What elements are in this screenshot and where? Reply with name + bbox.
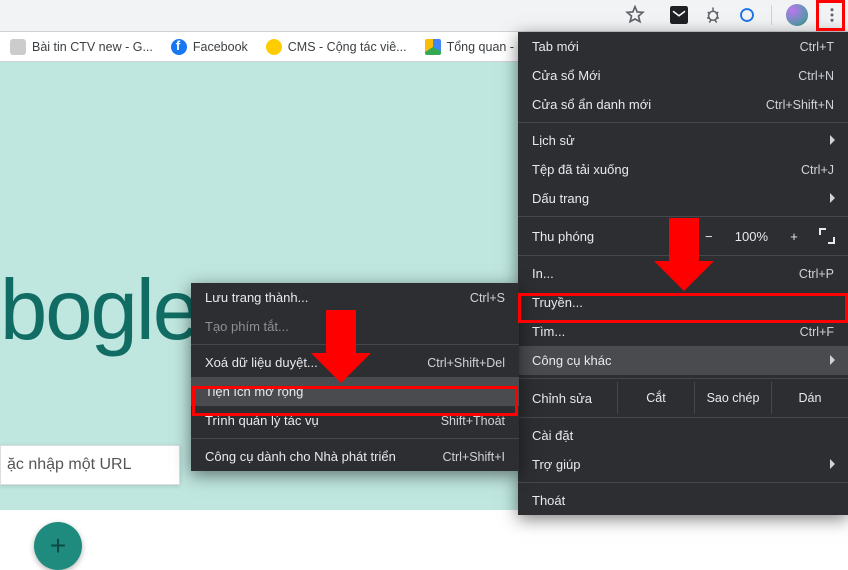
- main-menu-item[interactable]: Dấu trang: [518, 184, 848, 213]
- search-placeholder: ặc nhập một URL: [7, 456, 132, 474]
- menu-separator: [518, 122, 848, 123]
- menu-item-label: Lưu trang thành...: [205, 290, 470, 305]
- menu-item-label: Cài đặt: [532, 428, 834, 443]
- google-logo-fragment: bogle: [0, 262, 198, 360]
- menu-edit-row: Chỉnh sửaCắtSao chépDán: [518, 382, 848, 414]
- sub-menu-item[interactable]: Xoá dữ liệu duyệt...Ctrl+Shift+Del: [191, 348, 519, 377]
- favicon-facebook-icon: [171, 39, 187, 55]
- search-input[interactable]: ặc nhập một URL: [0, 445, 180, 485]
- submenu-arrow-icon: [830, 135, 840, 145]
- bookmark-item[interactable]: Bài tin CTV new - G...: [4, 35, 159, 59]
- main-menu-item[interactable]: Cửa sổ MớiCtrl+N: [518, 61, 848, 90]
- menu-item-shortcut: Ctrl+S: [470, 291, 505, 305]
- bookmark-item[interactable]: CMS - Cộng tác viê...: [260, 35, 413, 59]
- menu-item-label: Lịch sử: [532, 133, 834, 148]
- menu-item-shortcut: Shift+Thoát: [441, 414, 505, 428]
- extension-bug-icon[interactable]: [703, 5, 723, 25]
- menu-item-label: Dấu trang: [532, 191, 834, 206]
- menu-item-shortcut: Ctrl+Shift+Del: [427, 356, 505, 370]
- chrome-menu-button[interactable]: [822, 5, 842, 25]
- menu-item-shortcut: Ctrl+P: [799, 267, 834, 281]
- sub-menu-item[interactable]: Tiện ích mở rộng: [191, 377, 519, 406]
- extension-circle-icon[interactable]: [737, 5, 757, 25]
- submenu-arrow-icon: [830, 355, 840, 365]
- menu-item-label: Tạo phím tắt...: [205, 319, 505, 334]
- menu-item-label: Truyền...: [532, 295, 834, 310]
- menu-item-label: Chỉnh sửa: [518, 382, 618, 414]
- menu-item-label: Trình quản lý tác vụ: [205, 413, 441, 428]
- main-menu-item[interactable]: Thoát: [518, 486, 848, 515]
- sub-menu-item[interactable]: Công cụ dành cho Nhà phát triểnCtrl+Shif…: [191, 442, 519, 471]
- main-menu-item[interactable]: Tìm...Ctrl+F: [518, 317, 848, 346]
- menu-item-label: Trợ giúp: [532, 457, 834, 472]
- fullscreen-icon[interactable]: [820, 229, 834, 243]
- menu-separator: [518, 255, 848, 256]
- favicon-ads-icon: [425, 39, 441, 55]
- menu-separator: [191, 438, 519, 439]
- menu-separator: [518, 417, 848, 418]
- menu-separator: [518, 482, 848, 483]
- bookmark-label: Bài tin CTV new - G...: [32, 40, 153, 54]
- menu-item-label: Cửa sổ Mới: [532, 68, 798, 83]
- main-menu-item[interactable]: Công cụ khác: [518, 346, 848, 375]
- menu-item-shortcut: Ctrl+T: [800, 40, 834, 54]
- menu-item-label: Tiện ích mở rộng: [205, 384, 505, 399]
- menu-separator: [518, 216, 848, 217]
- menu-separator: [191, 344, 519, 345]
- sub-menu-item[interactable]: Trình quản lý tác vụShift+Thoát: [191, 406, 519, 435]
- edit-action[interactable]: Cắt: [618, 382, 695, 414]
- menu-item-shortcut: Ctrl+Shift+N: [766, 98, 834, 112]
- zoom-out-button[interactable]: −: [701, 229, 717, 244]
- chrome-main-menu: Tab mớiCtrl+TCửa sổ MớiCtrl+NCửa sổ ẩn d…: [518, 32, 848, 515]
- bookmark-item[interactable]: Facebook: [165, 35, 254, 59]
- main-menu-item[interactable]: Lịch sử: [518, 126, 848, 155]
- menu-zoom-row: Thu phóng − 100% +: [518, 220, 848, 252]
- menu-item-label: Tệp đã tải xuống: [532, 162, 801, 177]
- browser-toolbar: [0, 0, 848, 32]
- main-menu-item[interactable]: Cài đặt: [518, 421, 848, 450]
- main-menu-item[interactable]: Tệp đã tải xuốngCtrl+J: [518, 155, 848, 184]
- menu-item-shortcut: Ctrl+F: [800, 325, 834, 339]
- menu-item-label: Xoá dữ liệu duyệt...: [205, 355, 427, 370]
- sub-menu-item: Tạo phím tắt...: [191, 312, 519, 341]
- submenu-arrow-icon: [830, 193, 840, 203]
- menu-item-label: Công cụ khác: [532, 353, 834, 368]
- extension-gmail-icon[interactable]: [669, 5, 689, 25]
- menu-item-label: In...: [532, 266, 799, 281]
- main-menu-item[interactable]: Trợ giúp: [518, 450, 848, 479]
- menu-separator: [518, 378, 848, 379]
- menu-item-shortcut: Ctrl+N: [798, 69, 834, 83]
- favicon-generic-icon: [10, 39, 26, 55]
- main-menu-item[interactable]: Tab mớiCtrl+T: [518, 32, 848, 61]
- menu-item-label: Thu phóng: [532, 229, 642, 244]
- more-tools-submenu: Lưu trang thành...Ctrl+S Tạo phím tắt... X…: [191, 283, 519, 471]
- submenu-arrow-icon: [830, 459, 840, 469]
- zoom-value: 100%: [735, 229, 768, 244]
- edit-action[interactable]: Sao chép: [695, 382, 772, 414]
- separator: [771, 5, 772, 25]
- menu-item-label: Thoát: [532, 493, 834, 508]
- favicon-cms-icon: [266, 39, 282, 55]
- menu-item-shortcut: Ctrl+Shift+I: [442, 450, 505, 464]
- bookmark-label: Facebook: [193, 40, 248, 54]
- edit-action[interactable]: Dán: [772, 382, 848, 414]
- menu-item-label: Cửa sổ ẩn danh mới: [532, 97, 766, 112]
- star-icon[interactable]: [625, 5, 645, 25]
- menu-item-shortcut: Ctrl+J: [801, 163, 834, 177]
- menu-item-label: Công cụ dành cho Nhà phát triển: [205, 449, 442, 464]
- sub-menu-item[interactable]: Lưu trang thành...Ctrl+S: [191, 283, 519, 312]
- main-menu-item[interactable]: In...Ctrl+P: [518, 259, 848, 288]
- main-menu-item[interactable]: Cửa sổ ẩn danh mớiCtrl+Shift+N: [518, 90, 848, 119]
- bookmark-label: CMS - Cộng tác viê...: [288, 40, 407, 54]
- zoom-in-button[interactable]: +: [786, 229, 802, 244]
- profile-avatar[interactable]: [786, 4, 808, 26]
- add-shortcut-button[interactable]: +: [34, 522, 82, 570]
- main-menu-item[interactable]: Truyền...: [518, 288, 848, 317]
- menu-item-label: Tab mới: [532, 39, 800, 54]
- plus-icon: +: [50, 530, 66, 562]
- menu-item-label: Tìm...: [532, 324, 800, 339]
